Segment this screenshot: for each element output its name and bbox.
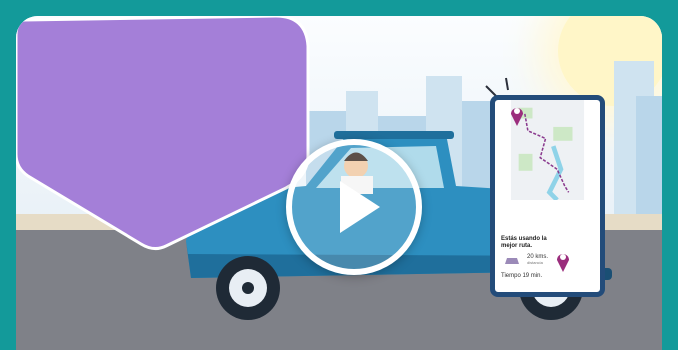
start-pin-icon	[511, 108, 523, 126]
video-player[interactable]: Estás usando la mejor ruta. 20 kms. dist…	[16, 16, 662, 350]
route-distance: 20 kms. distancia	[527, 254, 548, 265]
purple-title-card	[16, 16, 310, 251]
play-button[interactable]	[286, 139, 422, 275]
play-icon	[340, 181, 380, 233]
route-message: Estás usando la mejor ruta.	[501, 236, 547, 249]
distance-label: distancia	[527, 260, 543, 265]
car-icon	[505, 258, 519, 264]
destination-pin-icon	[557, 254, 569, 272]
route-time: Tiempo 19 min.	[501, 273, 543, 279]
phone-map-screen: Estás usando la mejor ruta. 20 kms. dist…	[490, 95, 605, 297]
